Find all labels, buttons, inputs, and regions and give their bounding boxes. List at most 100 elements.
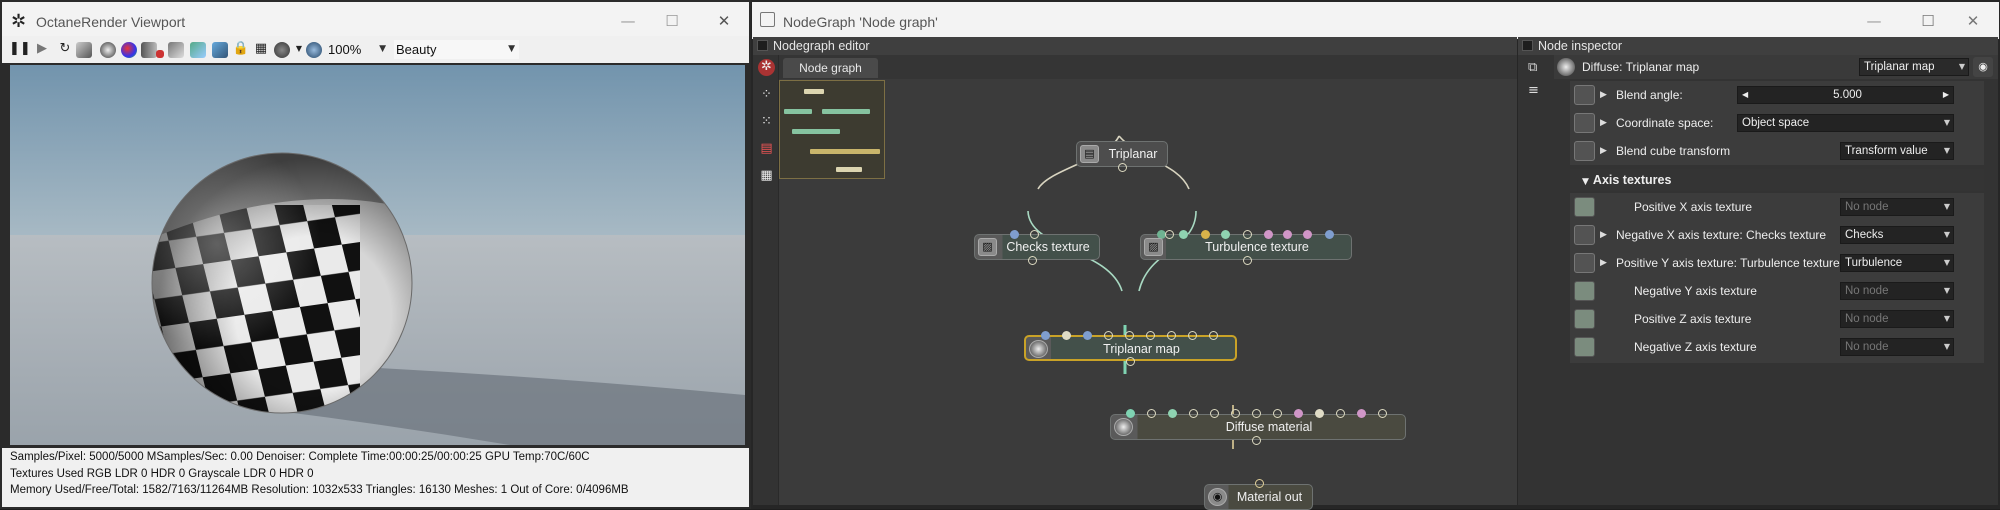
input-pin[interactable] <box>1041 331 1050 340</box>
viewport-toolbar: ❚❚ ▶ ↻ 🔒 ▦ ▼ 100% ▼ Beauty ▼ <box>2 36 749 63</box>
checkbox-icon[interactable] <box>757 40 768 51</box>
grid-icon[interactable]: ▦ <box>252 40 270 58</box>
picker-icon[interactable] <box>168 42 184 58</box>
close-icon[interactable]: ✕ <box>712 10 736 32</box>
axis-textures-section[interactable]: ▼ Axis textures <box>1570 169 1984 191</box>
align-nodes-icon[interactable]: ⁙ <box>758 114 775 131</box>
axis-row-positive-y[interactable]: ▶ Positive Y axis texture: Turbulence te… <box>1570 249 1980 277</box>
enum-icon <box>1574 113 1595 133</box>
refresh-icon[interactable]: ↻ <box>56 40 74 58</box>
collapse-all-icon[interactable]: ≡ <box>1528 83 1539 98</box>
record-icon <box>156 50 164 58</box>
node-label: Triplanar map <box>1103 342 1180 356</box>
coordinate-space-select[interactable]: Object space ▼ <box>1737 114 1954 132</box>
output-pin[interactable] <box>1028 256 1037 265</box>
collapse-arrow-icon[interactable]: ▼ <box>1582 177 1589 187</box>
maximize-icon[interactable]: ☐ <box>1916 10 1940 32</box>
param-label: Blend cube transform <box>1616 144 1731 158</box>
expand-arrow-icon[interactable]: ▶ <box>1600 109 1607 137</box>
axis-row-negative-z[interactable]: Negative Z axis texture No node ▼ <box>1570 333 1980 361</box>
input-pin-connected[interactable] <box>1126 409 1135 418</box>
lock-icon[interactable]: 🔒 <box>232 40 250 58</box>
render-pass-select[interactable]: Beauty ▼ <box>394 40 519 59</box>
decrement-icon[interactable]: ◀ <box>1742 87 1748 103</box>
render-pass-chevron-icon: ▼ <box>508 44 515 54</box>
close-icon[interactable]: ✕ <box>1961 10 1985 32</box>
param-row-coordinate-space[interactable]: ▶ Coordinate space: Object space ▼ <box>1570 109 1980 137</box>
window-icon <box>760 12 775 27</box>
inspector-body: Diffuse: Triplanar map Triplanar map ▼ ◉ … <box>1554 55 1998 505</box>
node-label: Turbulence texture <box>1205 240 1309 254</box>
axis-value: No node <box>1845 201 1889 213</box>
checkbox-icon[interactable] <box>1522 40 1533 51</box>
chevron-down-icon: ▼ <box>1943 342 1950 351</box>
arrange-nodes-icon[interactable]: ⁘ <box>758 87 775 104</box>
axis-row-negative-y[interactable]: Negative Y axis texture No node ▼ <box>1570 277 1980 305</box>
viewport-titlebar: ✲ OctaneRender Viewport — ☐ ✕ <box>2 2 749 39</box>
expand-arrow-icon[interactable]: ▶ <box>1600 81 1607 109</box>
node-label: Checks texture <box>1006 240 1090 254</box>
chevron-down-icon: ▼ <box>1943 258 1950 267</box>
unlink-icon[interactable]: ▤ <box>758 141 775 158</box>
sphere-icon[interactable] <box>100 42 116 58</box>
node-material-out[interactable]: ◉ Material out <box>1204 479 1313 510</box>
axis-row-positive-z[interactable]: Positive Z axis texture No node ▼ <box>1570 305 1980 333</box>
nodegraph-editor-panel: Nodegraph editor ✲ ⁘ ⁙ ▤ ▦ Node graph ▤ … <box>753 37 1517 510</box>
output-pin[interactable] <box>1252 436 1261 445</box>
focus-icon[interactable] <box>190 42 206 58</box>
increment-icon[interactable]: ▶ <box>1943 87 1949 103</box>
eye-icon[interactable]: ◉ <box>1973 57 1993 77</box>
expand-arrow-icon[interactable]: ▶ <box>1600 221 1607 249</box>
param-row-blend-cube-transform[interactable]: ▶ Blend cube transform Transform value ▼ <box>1570 137 1980 165</box>
texture-icon: ▨ <box>1144 238 1163 256</box>
render-view[interactable] <box>10 65 745 445</box>
blend-angle-slider[interactable]: ◀ 5.000 ▶ <box>1737 86 1954 104</box>
lock-film-icon[interactable] <box>141 42 157 58</box>
settings-icon[interactable] <box>274 42 290 58</box>
positive-z-select[interactable]: No node ▼ <box>1840 310 1954 328</box>
node-turbulence-texture[interactable]: ▨ Turbulence texture <box>1140 230 1352 265</box>
node-diffuse-material[interactable]: Diffuse material <box>1110 409 1406 445</box>
play-icon[interactable]: ▶ <box>33 40 51 58</box>
render-image[interactable] <box>10 65 745 445</box>
negative-y-select[interactable]: No node ▼ <box>1840 282 1954 300</box>
output-pin[interactable] <box>1126 357 1135 366</box>
node-type-select[interactable]: Triplanar map ▼ <box>1859 58 1969 76</box>
minimize-icon[interactable]: — <box>1862 10 1886 32</box>
zoom-icon[interactable] <box>306 42 322 58</box>
node-label: Triplanar <box>1108 147 1158 161</box>
axis-row-positive-x[interactable]: Positive X axis texture No node ▼ <box>1570 193 1980 221</box>
expand-arrow-icon[interactable]: ▶ <box>1600 137 1607 165</box>
negative-x-select[interactable]: Checks ▼ <box>1840 226 1954 244</box>
nodegraph-titlebar: NodeGraph 'Node graph' — ☐ ✕ <box>752 2 1999 39</box>
grid-toggle-icon[interactable]: ▦ <box>758 168 775 185</box>
camera-icon[interactable] <box>212 42 228 58</box>
color-picker-icon[interactable] <box>121 42 137 58</box>
octane-node-icon[interactable]: ✲ <box>758 59 775 76</box>
render-region-icon[interactable] <box>76 42 92 58</box>
expand-all-icon[interactable]: ⧉ <box>1528 60 1537 75</box>
node-triplanar-map[interactable]: Triplanar map <box>1024 331 1237 366</box>
output-pin[interactable] <box>1243 256 1252 265</box>
node-graph-canvas[interactable]: ▤ Triplanar ▨ Checks texture ▨ Turbulenc… <box>779 79 1517 510</box>
positive-y-select[interactable]: Turbulence ▼ <box>1840 254 1954 272</box>
output-pin[interactable] <box>1118 163 1127 172</box>
axis-value: Checks <box>1845 229 1884 241</box>
node-checks-texture[interactable]: ▨ Checks texture <box>974 230 1100 265</box>
expand-arrow-icon[interactable]: ▶ <box>1600 249 1607 277</box>
axis-value: No node <box>1845 285 1889 297</box>
zoom-select[interactable]: 100% ▼ <box>328 40 388 59</box>
minimize-icon[interactable]: — <box>616 10 640 32</box>
tab-node-graph[interactable]: Node graph <box>783 58 878 78</box>
maximize-icon[interactable]: ☐ <box>660 10 684 32</box>
transform-select[interactable]: Transform value ▼ <box>1840 142 1954 160</box>
positive-x-select[interactable]: No node ▼ <box>1840 198 1954 216</box>
negative-z-select[interactable]: No node ▼ <box>1840 338 1954 356</box>
editor-sidebar: ✲ ⁘ ⁙ ▤ ▦ <box>753 55 779 505</box>
node-inspector-panel: Node inspector ⧉ ≡ Diffuse: Triplanar ma… <box>1518 37 1998 505</box>
octane-viewport-window: ✲ OctaneRender Viewport — ☐ ✕ ❚❚ ▶ ↻ 🔒 ▦… <box>0 0 751 509</box>
pause-icon[interactable]: ❚❚ <box>9 40 31 58</box>
axis-row-negative-x[interactable]: ▶ Negative X axis texture: Checks textur… <box>1570 221 1980 249</box>
node-triplanar[interactable]: ▤ Triplanar <box>1076 141 1168 172</box>
param-row-blend-angle[interactable]: ▶ Blend angle: ◀ 5.000 ▶ <box>1570 81 1980 109</box>
